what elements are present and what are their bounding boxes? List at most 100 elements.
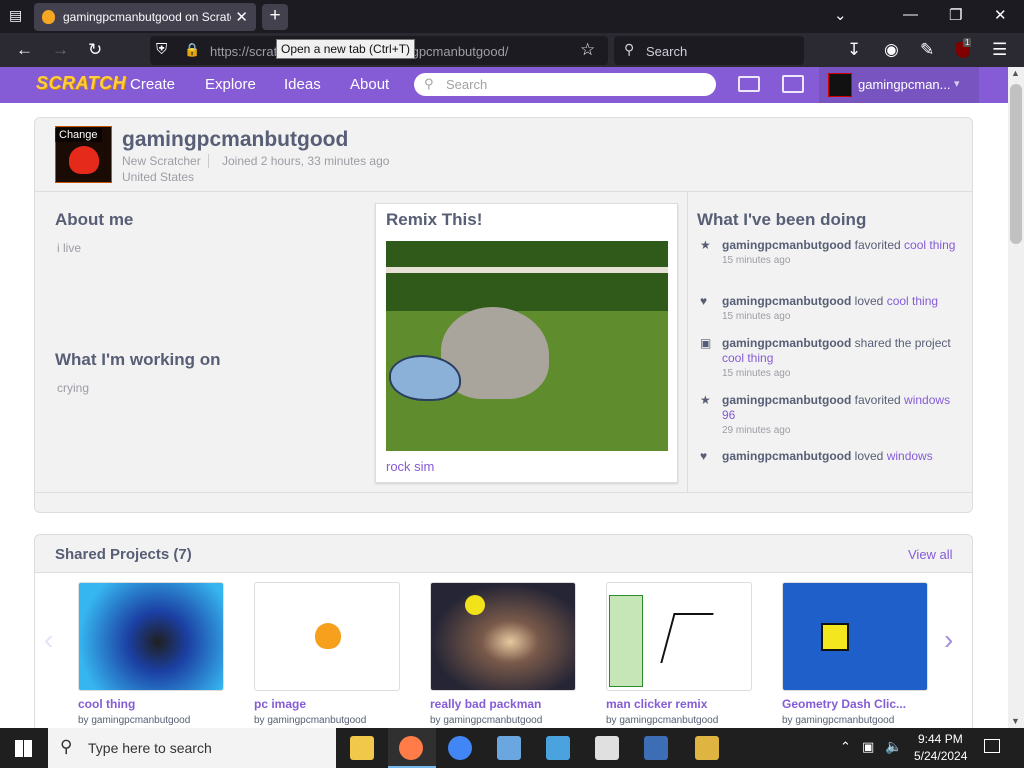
working-on-heading: What I'm working on: [55, 350, 221, 369]
project-thumbnail[interactable]: [782, 582, 928, 691]
search-icon: ⚲: [624, 41, 635, 57]
project-title[interactable]: really bad packman: [430, 697, 576, 711]
app-icon[interactable]: [546, 736, 570, 760]
carousel-prev-icon[interactable]: ‹: [44, 624, 53, 656]
activity-user[interactable]: gamingpcmanbutgood: [722, 294, 851, 308]
nav-about[interactable]: About: [350, 76, 389, 93]
scroll-down-icon[interactable]: ▼: [1011, 716, 1020, 726]
network-icon[interactable]: ▣: [862, 739, 874, 755]
project-thumbnail[interactable]: [606, 582, 752, 691]
reload-icon[interactable]: ↻: [88, 40, 102, 60]
project-title[interactable]: Geometry Dash Clic...: [782, 697, 928, 711]
browser-search-box[interactable]: ⚲ Search: [614, 36, 804, 65]
project-thumbnail[interactable]: [254, 582, 400, 691]
project-author[interactable]: by gamingpcmanbutgood: [254, 715, 400, 726]
activity-time: 15 minutes ago: [722, 311, 791, 322]
activity-user[interactable]: gamingpcmanbutgood: [722, 238, 851, 252]
scratch-logo[interactable]: SCRATCH: [36, 73, 126, 94]
clock-date[interactable]: 5/24/2024: [914, 749, 967, 763]
featured-project-panel: Remix This! rock sim: [375, 203, 678, 483]
activity-user[interactable]: gamingpcmanbutgood: [722, 336, 851, 350]
extensions-icon[interactable]: ✎: [920, 40, 934, 60]
nav-ideas[interactable]: Ideas: [284, 76, 321, 93]
heart-icon: ♥: [700, 294, 708, 308]
windows-start-icon[interactable]: [15, 740, 32, 757]
about-me-text: i live: [57, 241, 82, 255]
scratch-search-input[interactable]: ⚲ Search: [414, 73, 716, 96]
profile-divider: [208, 154, 209, 168]
activity-target-link[interactable]: cool thing: [887, 294, 938, 308]
project-title[interactable]: man clicker remix: [606, 697, 752, 711]
activity-target-link[interactable]: windows: [887, 449, 933, 463]
view-all-link[interactable]: View all: [908, 547, 953, 562]
share-icon: ▣: [700, 336, 712, 350]
lock-icon[interactable]: 🔒: [184, 42, 200, 58]
project-title[interactable]: cool thing: [78, 697, 224, 711]
project-thumbnail[interactable]: [78, 582, 224, 691]
activity-target-link[interactable]: cool thing: [904, 238, 955, 252]
account-icon[interactable]: ◉: [884, 40, 899, 60]
browser-search-placeholder: Search: [646, 44, 688, 59]
notifications-icon[interactable]: [984, 739, 1000, 753]
paint-icon[interactable]: [497, 736, 521, 760]
scratch-search-placeholder: Search: [446, 77, 488, 92]
project-tile[interactable]: really bad packman by gamingpcmanbutgood: [430, 582, 576, 726]
shield-icon[interactable]: ⛨: [156, 41, 167, 58]
project-thumbnail[interactable]: [430, 582, 576, 691]
project-tile[interactable]: Geometry Dash Clic... by gamingpcmanbutg…: [782, 582, 928, 726]
back-icon[interactable]: ←: [16, 40, 33, 60]
close-window-button[interactable]: ✕: [994, 6, 1007, 24]
restore-button[interactable]: ❐: [949, 6, 962, 24]
tab-close-icon[interactable]: ✕: [235, 8, 248, 26]
browser-tab-active[interactable]: gamingpcmanbutgood on Scratch ✕: [34, 3, 256, 31]
clock-time[interactable]: 9:44 PM: [918, 732, 963, 746]
tab-list-icon[interactable]: ▤: [9, 7, 22, 24]
chrome-icon[interactable]: [448, 736, 472, 760]
nav-create[interactable]: Create: [130, 76, 175, 93]
taskbar-search-box[interactable]: ⚲ Type here to search: [48, 728, 336, 768]
file-explorer-icon[interactable]: [350, 736, 374, 760]
activity-user[interactable]: gamingpcmanbutgood: [722, 393, 851, 407]
avatar: [828, 73, 852, 97]
featured-project-title[interactable]: rock sim: [386, 459, 434, 474]
user-menu[interactable]: gamingpcman... ▾: [819, 67, 979, 103]
profile-username: gamingpcmanbutgood: [122, 128, 349, 151]
project-tile[interactable]: man clicker remix by gamingpcmanbutgood: [606, 582, 752, 726]
nav-explore[interactable]: Explore: [205, 76, 256, 93]
search-icon: ⚲: [60, 737, 73, 756]
project-author[interactable]: by gamingpcmanbutgood: [606, 715, 752, 726]
project-author[interactable]: by gamingpcmanbutgood: [430, 715, 576, 726]
profile-rank: New Scratcher: [122, 154, 201, 168]
search-icon: ⚲: [424, 76, 434, 91]
new-tab-button[interactable]: +: [262, 4, 288, 30]
minimize-button[interactable]: —: [903, 6, 918, 23]
downloads-icon[interactable]: ↧: [847, 40, 861, 60]
app-menu-icon[interactable]: ☰: [992, 40, 1007, 60]
my-stuff-icon[interactable]: [782, 75, 804, 93]
messages-icon[interactable]: [738, 76, 760, 92]
scroll-up-icon[interactable]: ▲: [1011, 68, 1020, 78]
settings-app-icon[interactable]: [644, 736, 668, 760]
featured-project-thumbnail[interactable]: [386, 241, 668, 451]
scrollbar-thumb[interactable]: [1010, 84, 1022, 244]
7zip-icon[interactable]: [595, 736, 619, 760]
nav-username: gamingpcman...: [858, 77, 951, 92]
volume-icon[interactable]: 🔈: [885, 738, 902, 755]
project-author[interactable]: by gamingpcmanbutgood: [78, 715, 224, 726]
forward-icon[interactable]: →: [52, 40, 69, 60]
scratch-favicon-icon: [42, 10, 55, 24]
chevron-up-icon[interactable]: ⌃: [840, 739, 851, 755]
project-title[interactable]: pc image: [254, 697, 400, 711]
activity-item: ♥ gamingpcmanbutgood loved windows: [700, 449, 933, 463]
carousel-next-icon[interactable]: ›: [944, 624, 953, 656]
activity-target-link[interactable]: cool thing: [722, 351, 773, 365]
activity-user[interactable]: gamingpcmanbutgood: [722, 449, 851, 463]
project-tile[interactable]: cool thing by gamingpcmanbutgood: [78, 582, 224, 726]
list-all-tabs-icon[interactable]: ⌄: [834, 6, 847, 24]
star-icon: ★: [700, 238, 711, 252]
change-avatar-button[interactable]: Change: [55, 128, 102, 142]
archive-app-icon[interactable]: [695, 736, 719, 760]
bookmark-star-icon[interactable]: ☆: [580, 40, 595, 60]
project-author[interactable]: by gamingpcmanbutgood: [782, 715, 928, 726]
project-tile[interactable]: pc image by gamingpcmanbutgood: [254, 582, 400, 726]
